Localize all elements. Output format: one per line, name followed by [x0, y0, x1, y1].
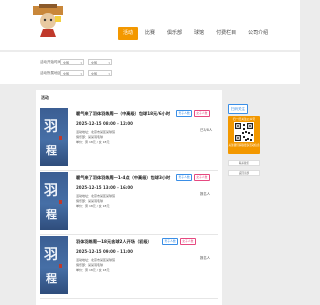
activity-price: 单价：男 18元 / 女 18元	[76, 204, 110, 208]
thumb-glyph: 羽	[44, 183, 58, 199]
activity-address: 活动地址：北京市某区某球馆	[76, 194, 116, 198]
side-panel: 扫码关注 扫一扫关注公众号 关注我们获取更多活动信息 联系我们 返回顶部	[228, 90, 260, 182]
side-link-contact[interactable]: 联系我们	[228, 160, 260, 166]
filter-row-time: 活动开始时间 全部 ▾ 全部 ▾	[40, 58, 116, 66]
thumb-glyph: 程	[46, 208, 57, 221]
tag-female: 女子人数	[179, 238, 196, 245]
tag-group: 男子人数 女子人数	[162, 238, 197, 245]
activity-card[interactable]: 羽 程 暖气来了羽体羽练周一（中高级）包球18元/6小时 男子人数 女子人数 2…	[40, 106, 218, 171]
activity-list: 活动 羽 程 暖气来了羽体羽练周一（中高级）包球18元/6小时 男子人数 女子人…	[36, 90, 222, 305]
activity-club: 俱乐部：某某羽毛球	[76, 199, 104, 203]
tag-male: 男子人数	[176, 174, 193, 181]
activity-title[interactable]: 羽体羽练周一18元含球2人开场（初级）	[76, 239, 152, 245]
thumb-glyph: 程	[46, 272, 57, 285]
activity-title[interactable]: 暖气来了羽体羽练周一（中高级）包球18元/6小时	[76, 111, 170, 117]
seal-icon	[59, 264, 62, 268]
activity-title[interactable]: 暖气来了羽体羽练周一1-4点（中高级）包球3小时	[76, 175, 170, 181]
activity-address: 活动地址：北京市某区某球馆	[76, 258, 116, 262]
tag-male: 男子人数	[176, 110, 193, 117]
qr-subcaption: 关注我们获取更多活动信息	[228, 144, 260, 147]
tag-female: 女子人数	[193, 110, 210, 117]
signup-count: 报名人	[200, 256, 211, 260]
seal-icon	[59, 200, 62, 204]
tag-group: 男子人数 女子人数	[176, 110, 211, 117]
activity-club: 俱乐部：某某羽毛球	[76, 263, 104, 267]
filter-label: 活动所属地区	[40, 70, 61, 75]
chevron-down-icon: ▾	[108, 61, 110, 65]
activity-thumbnail[interactable]: 羽 程	[40, 172, 68, 230]
activity-club: 俱乐部：某某羽毛球	[76, 135, 104, 139]
mascot-logo-icon[interactable]	[30, 2, 66, 38]
filter-label: 活动开始时间	[40, 59, 61, 64]
filter-row-region: 活动所属地区 全部 ▾ 全部 ▾	[40, 69, 116, 77]
filter-select[interactable]: 全部 ▾	[88, 70, 112, 76]
qr-caption: 扫一扫关注公众号	[232, 117, 256, 121]
chevron-down-icon: ▾	[80, 61, 82, 65]
filter-bar: 活动开始时间 全部 ▾ 全部 ▾ 活动所属地区 全部 ▾ 全部 ▾	[0, 52, 300, 84]
activity-card[interactable]: 羽 程 暖气来了羽体羽练周一1-4点（中高级）包球3小时 男子人数 女子人数 2…	[40, 170, 218, 235]
main-nav: 活动 比赛 俱乐部 球馆 付费栏目 公司介绍	[118, 27, 275, 40]
follow-badge[interactable]: 扫码关注	[228, 104, 248, 114]
side-link-back-to-top[interactable]: 返回顶部	[228, 170, 260, 176]
nav-item-matches[interactable]: 比赛	[140, 27, 160, 40]
filter-select[interactable]: 全部 ▾	[60, 59, 84, 65]
activity-price: 单价：男 18元 / 女 18元	[76, 140, 110, 144]
thumb-glyph: 程	[46, 144, 57, 157]
activity-time: 2025-12-15 13:00 - 16:00	[76, 185, 133, 190]
qr-card: 扫一扫关注公众号 关注我们获取更多活动信息	[228, 116, 260, 154]
signup-count: 已3/8人	[200, 128, 213, 132]
filter-select[interactable]: 全部 ▾	[60, 70, 84, 76]
nav-item-about[interactable]: 公司介绍	[243, 27, 273, 40]
tag-female: 女子人数	[193, 174, 210, 181]
nav-item-activities[interactable]: 活动	[118, 27, 139, 40]
chevron-down-icon: ▾	[80, 72, 82, 76]
chevron-down-icon: ▾	[108, 72, 110, 76]
activity-thumbnail[interactable]: 羽 程	[40, 236, 68, 294]
activity-time: 2025-12-15 08:00 - 12:00	[76, 121, 133, 126]
nav-item-paid-columns[interactable]: 付费栏目	[211, 27, 241, 40]
tag-group: 男子人数 女子人数	[176, 174, 211, 181]
thumb-glyph: 羽	[44, 247, 58, 263]
list-title: 活动	[41, 95, 49, 100]
activity-time: 2025-12-15 09:00 - 11:00	[76, 249, 133, 254]
filter-select[interactable]: 全部 ▾	[88, 59, 112, 65]
activity-price: 单价：男 18元 / 女 18元	[76, 268, 110, 272]
nav-item-clubs[interactable]: 俱乐部	[162, 27, 187, 40]
site-header: 活动 比赛 俱乐部 球馆 付费栏目 公司介绍	[0, 0, 300, 50]
activity-card[interactable]: 羽 程 羽体羽练周一18元含球2人开场（初级） 男子人数 女子人数 2025-1…	[40, 234, 218, 299]
nav-item-venues[interactable]: 球馆	[189, 27, 209, 40]
activity-address: 活动地址：北京市某区某球馆	[76, 130, 116, 134]
seal-icon	[59, 136, 62, 140]
thumb-glyph: 羽	[44, 119, 58, 135]
activity-thumbnail[interactable]: 羽 程	[40, 108, 68, 166]
signup-count: 报名人	[200, 192, 211, 196]
qr-code-icon	[234, 122, 254, 142]
tag-male: 男子人数	[162, 238, 179, 245]
